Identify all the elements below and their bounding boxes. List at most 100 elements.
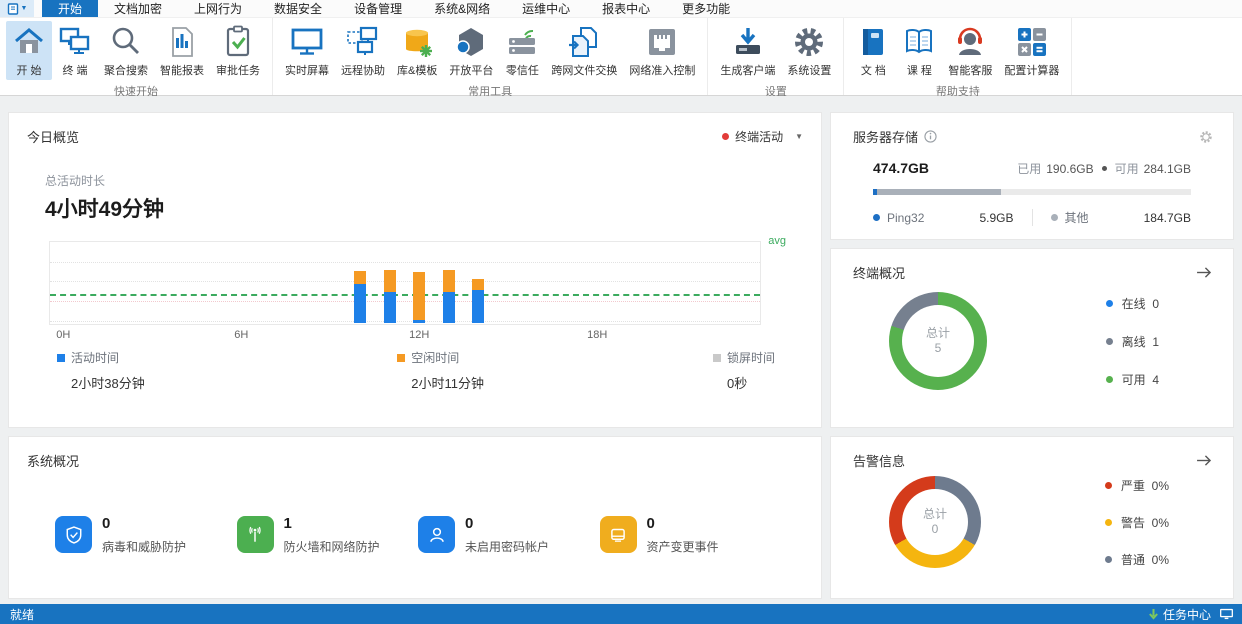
ribbon-button-实时屏幕[interactable]: 实时屏幕 — [279, 21, 335, 80]
idle-segment — [383, 269, 396, 293]
terminal-icon — [58, 24, 92, 60]
library-icon — [400, 24, 434, 60]
total-activity-value: 4小时49分钟 — [45, 198, 165, 221]
ribbon-button-配置计算器[interactable]: 配置计算器 — [998, 21, 1065, 80]
home-icon — [12, 24, 46, 60]
panel-alert-info: 告警信息 总计 0 严重 0% 警告 0% 普通 0% — [830, 436, 1234, 599]
stacked-bar-hour-12[interactable] — [413, 272, 426, 323]
menu-tabs: 开始 文档加密 上网行为 数据安全 设备管理 系统&网络 运维中心 报表中心 更多功能 — [42, 0, 746, 17]
ribbon-button-审批任务[interactable]: 审批任务 — [210, 21, 266, 80]
menu-tab-开始[interactable]: 开始 — [42, 0, 99, 17]
menu-tab-系统&网络[interactable]: 系统&网络 — [418, 0, 506, 17]
today-overview-title: 今日概览 — [27, 130, 80, 145]
ribbon-button-开始[interactable]: 开 始 — [6, 21, 52, 80]
ribbon-button-终端[interactable]: 终 端 — [52, 21, 98, 80]
menu-tab-文档加密[interactable]: 文档加密 — [98, 0, 178, 17]
legend-item-可用: 可用 4 — [1105, 371, 1159, 388]
firewall-signal-icon — [236, 516, 274, 553]
legend-item-离线: 离线 1 — [1105, 333, 1159, 350]
caret-down-icon: ▼ — [20, 5, 28, 12]
asset-change-icon — [599, 516, 637, 553]
stacked-bar-hour-11[interactable] — [383, 269, 396, 323]
terminal-overview-title: 终端概况 — [853, 266, 906, 281]
ribbon-button-系统设置[interactable]: 系统设置 — [781, 21, 837, 80]
system-item-资产变更事件[interactable]: 0 资产变更事件 — [599, 516, 782, 555]
total-activity-label: 总活动时长 — [45, 174, 106, 188]
active-segment — [472, 289, 485, 323]
screen-icon — [290, 24, 324, 60]
idle-segment — [354, 270, 367, 284]
storage-legend-其他: 其他 184.7GB — [1031, 209, 1191, 226]
storage-bar-segment — [1000, 189, 1191, 195]
terminal-legend: 在线 0 离线 1 可用 4 — [1105, 295, 1203, 388]
legend-item-锁屏时间: 锁屏时间 0秒 — [712, 349, 775, 392]
avg-line-label: avg — [768, 235, 786, 247]
ribbon-button-零信任[interactable]: 零信任 — [499, 21, 545, 80]
menu-tab-设备管理[interactable]: 设备管理 — [338, 0, 418, 17]
chart-legend: 活动时间 2小时38分钟 空闲时间 2小时11分钟 锁屏时间 0秒 — [57, 349, 781, 397]
ribbon-group: 生成客户端 系统设置 设置 — [708, 18, 845, 98]
storage-progress-bar — [873, 189, 1191, 195]
stacked-bar-hour-13[interactable] — [442, 269, 455, 323]
platform-icon — [454, 24, 488, 60]
system-overview-title: 系统概况 — [27, 454, 80, 469]
x-tick-label: 12H — [409, 329, 430, 341]
approve-task-icon — [221, 24, 255, 60]
active-segment — [413, 320, 426, 323]
info-icon[interactable] — [924, 130, 937, 143]
selector-label: 终端活动 — [735, 130, 784, 144]
status-ready: 就绪 — [10, 607, 35, 622]
avg-dashed-line — [50, 294, 760, 297]
chart-gridline — [50, 261, 760, 263]
menu-tab-更多功能[interactable]: 更多功能 — [666, 0, 746, 17]
stacked-bar-hour-10[interactable] — [354, 270, 367, 323]
storage-legend-Ping32: Ping32 5.9GB — [873, 211, 1014, 225]
ribbon-button-网络准入控制[interactable]: 网络准入控制 — [623, 21, 701, 80]
ribbon-button-课程[interactable]: 课 程 — [896, 21, 942, 80]
network-access-icon — [645, 24, 679, 60]
generate-client-icon — [731, 24, 765, 60]
panel-system-overview: 系统概况 0 病毒和威胁防护 1 防火墙和网络防护 0 未启用密码帐户 0 资产变更事件 — [8, 436, 822, 599]
ribbon-button-开放平台[interactable]: 开放平台 — [443, 21, 499, 80]
dot-separator — [1101, 166, 1107, 171]
ribbon-button-聚合搜索[interactable]: 聚合搜索 — [98, 21, 154, 80]
x-tick-label: 6H — [234, 329, 249, 341]
legend-item-在线: 在线 0 — [1105, 295, 1159, 312]
ribbon-button-文档[interactable]: 文 档 — [850, 21, 896, 80]
storage-settings-gear-icon[interactable] — [1199, 130, 1213, 144]
menu-tab-数据安全[interactable]: 数据安全 — [258, 0, 338, 17]
ribbon-button-远程协助[interactable]: 远程协助 — [335, 21, 391, 80]
user-account-icon — [418, 516, 455, 553]
terminal-arrow-right-icon[interactable] — [1196, 266, 1213, 279]
client-monitor-icon[interactable] — [1219, 608, 1234, 620]
system-item-防火墙和网络防护[interactable]: 1 防火墙和网络防护 — [236, 516, 419, 555]
terminal-activity-selector[interactable]: 终端活动 ▼ — [722, 128, 803, 145]
terminal-donut-chart: 总计 5 — [889, 292, 987, 390]
ribbon-group: 文 档课 程智能客服 配置计算器 帮助支持 — [844, 18, 1073, 98]
alerts-donut-chart: 总计 0 — [889, 476, 981, 568]
ribbon-button-智能客服[interactable]: 智能客服 — [942, 21, 998, 80]
storage-used-free: 已用 190.6GB 可用 284.1GB — [1017, 161, 1191, 177]
gear-icon — [792, 24, 826, 60]
app-logo-icon — [7, 2, 19, 15]
system-item-病毒和威胁防护[interactable]: 0 病毒和威胁防护 — [55, 516, 237, 555]
system-item-未启用密码帐户[interactable]: 0 未启用密码帐户 — [418, 516, 600, 555]
alerts-arrow-right-icon[interactable] — [1196, 454, 1213, 467]
legend-item-严重: 严重 0% — [1104, 477, 1169, 494]
ribbon-button-库&模板[interactable]: 库&模板 — [391, 21, 443, 80]
menu-tab-上网行为[interactable]: 上网行为 — [178, 0, 258, 17]
task-center-button[interactable]: 任务中心 — [1148, 606, 1211, 623]
menu-tab-运维中心[interactable]: 运维中心 — [506, 0, 586, 17]
app-window: ▼ 开始 文档加密 上网行为 数据安全 设备管理 系统&网络 运维中心 报表中心 更多功能 开 … — [0, 0, 1242, 624]
stacked-bar-hour-14[interactable] — [472, 278, 485, 323]
storage-bar-segment — [877, 189, 1001, 195]
menu-tab-报表中心[interactable]: 报表中心 — [586, 0, 666, 17]
legend-item-普通: 普通 0% — [1104, 551, 1169, 568]
ribbon-button-跨网文件交换[interactable]: 跨网文件交换 — [545, 21, 623, 80]
ribbon-button-生成客户端[interactable]: 生成客户端 — [714, 21, 781, 80]
ribbon-toolbar: 开 始终 端聚合搜索 智能报表 审批任务 快速开始 实时屏幕 远程协助 库&模板 开放平台 零信… — [0, 18, 1242, 98]
ribbon-button-智能报表[interactable]: 智能报表 — [154, 21, 210, 80]
app-menu-button[interactable]: ▼ — [0, 0, 34, 17]
chart-gridline — [50, 281, 760, 283]
system-items: 0 病毒和威胁防护 1 防火墙和网络防护 0 未启用密码帐户 0 资产变更事件 — [9, 516, 821, 555]
